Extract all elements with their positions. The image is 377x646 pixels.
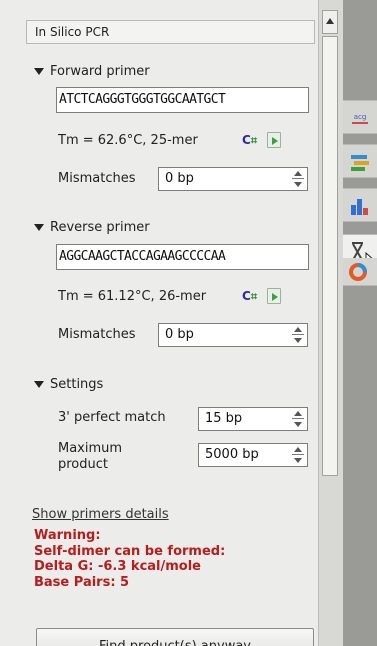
warning-base-pairs: Base Pairs: 5 xyxy=(34,574,130,590)
reverse-tm-row: Tm = 61.12°C, 26-mer C⌗ xyxy=(58,288,282,304)
calculate-tm-icon[interactable]: C⌗ xyxy=(242,133,257,148)
side-tab-annotations[interactable] xyxy=(343,144,377,178)
spin-arrows-icon[interactable] xyxy=(291,170,305,188)
spin-arrows-icon[interactable] xyxy=(291,410,305,428)
forward-primer-header[interactable]: Forward primer xyxy=(34,64,150,79)
scroll-up-arrow-icon[interactable] xyxy=(322,10,338,34)
side-tab-statistics[interactable] xyxy=(343,188,377,222)
vertical-scrollbar[interactable] xyxy=(318,0,342,646)
spin-arrows-icon[interactable] xyxy=(291,326,305,344)
svg-text:acg: acg xyxy=(354,113,367,121)
panel-title[interactable]: In Silico PCR xyxy=(26,20,315,44)
warning-self-dimer: Self-dimer can be formed: xyxy=(34,543,226,559)
settings-header[interactable]: Settings xyxy=(34,377,103,392)
expand-triangle-icon xyxy=(34,224,44,231)
reverse-mismatches-value: 0 bp xyxy=(165,327,194,342)
warning-title: Warning: xyxy=(34,528,101,543)
expand-triangle-icon xyxy=(34,381,44,388)
show-primers-details-link[interactable]: Show primers details xyxy=(32,507,169,522)
calculate-tm-icon[interactable]: C⌗ xyxy=(242,289,257,304)
reverse-tm-text: Tm = 61.12°C, 26-mer xyxy=(58,288,207,304)
forward-primer-input[interactable]: ATCTCAGGGTGGGTGGCAATGCT xyxy=(56,87,309,113)
max-product-label-line1: Maximum xyxy=(58,441,123,456)
forward-mismatches-label: Mismatches xyxy=(58,171,136,186)
forward-tm-text: Tm = 62.6°C, 25-mer xyxy=(58,132,198,148)
settings-label: Settings xyxy=(50,377,104,392)
annotations-icon xyxy=(351,155,369,171)
go-to-icon[interactable] xyxy=(267,132,282,148)
in-silico-pcr-panel: In Silico PCR Forward primer ATCTCAGGGTG… xyxy=(0,0,318,646)
reverse-mismatches-label: Mismatches xyxy=(58,327,136,342)
forward-mismatches-spinbox[interactable]: 0 bp xyxy=(158,167,308,191)
perfect-match-value: 15 bp xyxy=(205,411,243,426)
side-tab-circular-view[interactable] xyxy=(343,258,377,286)
go-to-icon[interactable] xyxy=(267,288,282,304)
forward-tm-row: Tm = 62.6°C, 25-mer C⌗ xyxy=(58,132,282,148)
sequence-view-icon: acg xyxy=(352,113,368,124)
max-product-spinbox[interactable]: 5000 bp xyxy=(198,443,308,467)
side-tab-strip: acg xyxy=(343,0,377,646)
reverse-primer-header[interactable]: Reverse primer xyxy=(34,220,150,235)
forward-mismatches-value: 0 bp xyxy=(165,171,194,186)
forward-primer-label: Forward primer xyxy=(50,64,150,79)
spin-arrows-icon[interactable] xyxy=(291,446,305,464)
max-product-value: 5000 bp xyxy=(205,447,259,462)
perfect-match-label: 3' perfect match xyxy=(58,410,166,425)
statistics-icon xyxy=(351,199,368,215)
max-product-label-line2: product xyxy=(58,457,109,472)
find-products-button[interactable]: Find product(s) anyway xyxy=(36,628,314,646)
side-tab-sequence-view[interactable]: acg xyxy=(343,100,377,134)
perfect-match-spinbox[interactable]: 15 bp xyxy=(198,407,308,431)
reverse-mismatches-spinbox[interactable]: 0 bp xyxy=(158,323,308,347)
warning-delta-g: Delta G: -6.3 kcal/mole xyxy=(34,559,202,574)
expand-triangle-icon xyxy=(34,68,44,75)
reverse-primer-input[interactable]: AGGCAAGCTACCAGAAGCCCCAA xyxy=(56,244,309,270)
warning-message: Warning: Self-dimer can be formed: Delta… xyxy=(34,528,225,590)
circular-view-icon xyxy=(349,263,367,281)
reverse-primer-label: Reverse primer xyxy=(50,220,150,235)
scroll-thumb[interactable] xyxy=(322,36,338,476)
